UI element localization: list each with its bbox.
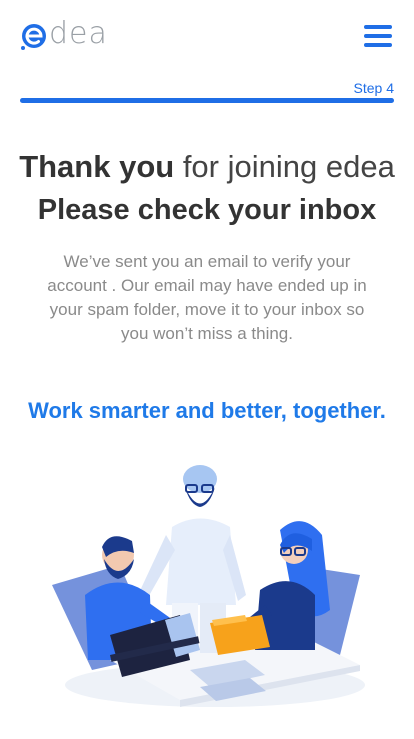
menu-bar	[364, 25, 392, 29]
logo-wordmark: dea	[49, 16, 108, 51]
edea-logo[interactable]: dea	[20, 16, 120, 54]
menu-bar	[364, 34, 392, 38]
headline: Thank you for joining edea Please check …	[0, 147, 414, 233]
header: dea	[0, 0, 414, 75]
progress-fill	[20, 98, 394, 103]
logo-e-icon	[21, 24, 46, 50]
verify-email-page: dea Step 4 Thank you for joining edea Pl…	[0, 0, 414, 739]
step-label: Step 4	[353, 80, 394, 96]
verification-message: We’ve sent you an email to verify your a…	[47, 252, 367, 343]
headline-bold: Thank you	[19, 149, 175, 184]
headline-thank-you: Thank you for joining edea	[0, 147, 414, 187]
progress-bar	[20, 98, 394, 103]
headline-check-inbox: Please check your inbox	[37, 194, 377, 226]
tagline: Work smarter and better, together.	[28, 398, 386, 423]
team-collaboration-illustration	[52, 465, 365, 707]
headline-light: for joining edea	[174, 149, 395, 184]
hamburger-menu-button[interactable]	[364, 25, 394, 49]
menu-bar	[364, 43, 392, 47]
